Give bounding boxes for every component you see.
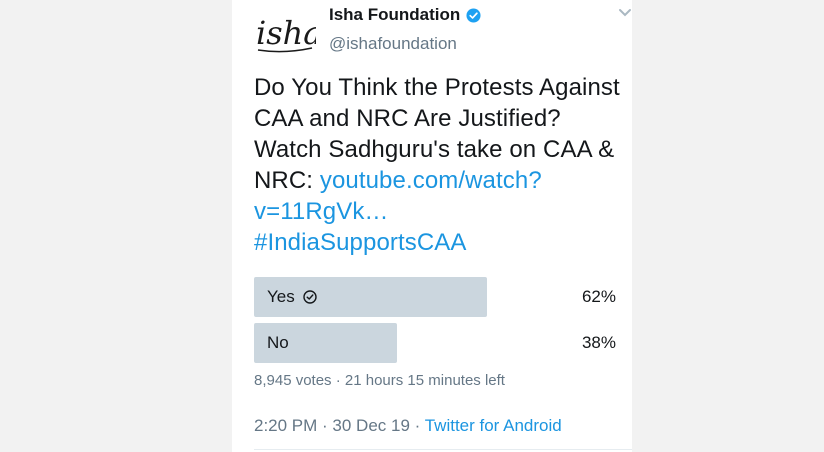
- tweet-text: Do You Think the Protests Against CAA an…: [254, 72, 632, 258]
- poll-option-label: Yes: [267, 287, 317, 307]
- left-background: [0, 0, 232, 452]
- isha-logo-avatar[interactable]: isha: [254, 4, 316, 58]
- chevron-down-icon[interactable]: [618, 8, 632, 18]
- logo-text: isha: [256, 14, 316, 52]
- divider: [254, 449, 632, 450]
- poll-option-label: No: [267, 333, 289, 353]
- poll-meta: 8,945 votes · 21 hours 15 minutes left: [254, 372, 505, 389]
- poll-option-no-percent: 38%: [581, 333, 616, 352]
- right-background: [632, 0, 824, 452]
- poll-option-yes-label: Yes: [267, 287, 295, 306]
- author-name[interactable]: Isha Foundation: [329, 5, 460, 25]
- selected-check-icon: [303, 290, 317, 304]
- tweet-footer: 2:20 PM · 30 Dec 19 · Twitter for Androi…: [254, 416, 562, 436]
- author-handle[interactable]: @ishafoundation: [329, 34, 457, 54]
- poll: Yes 62% No 38%: [254, 277, 632, 369]
- poll-option-yes-percent: 62%: [581, 287, 616, 306]
- poll-option-yes[interactable]: Yes 62%: [254, 277, 632, 317]
- tweet-card: isha Isha Foundation @ishafoundation Do …: [232, 0, 632, 452]
- poll-option-no-label: No: [267, 333, 289, 352]
- author-name-row[interactable]: Isha Foundation: [329, 5, 481, 25]
- verified-badge-icon: [466, 7, 481, 23]
- tweet-hashtag[interactable]: #IndiaSupportsCAA: [254, 229, 467, 256]
- poll-option-no[interactable]: No 38%: [254, 323, 632, 363]
- timestamp[interactable]: 2:20 PM · 30 Dec 19 ·: [254, 416, 425, 435]
- source-link[interactable]: Twitter for Android: [425, 416, 562, 435]
